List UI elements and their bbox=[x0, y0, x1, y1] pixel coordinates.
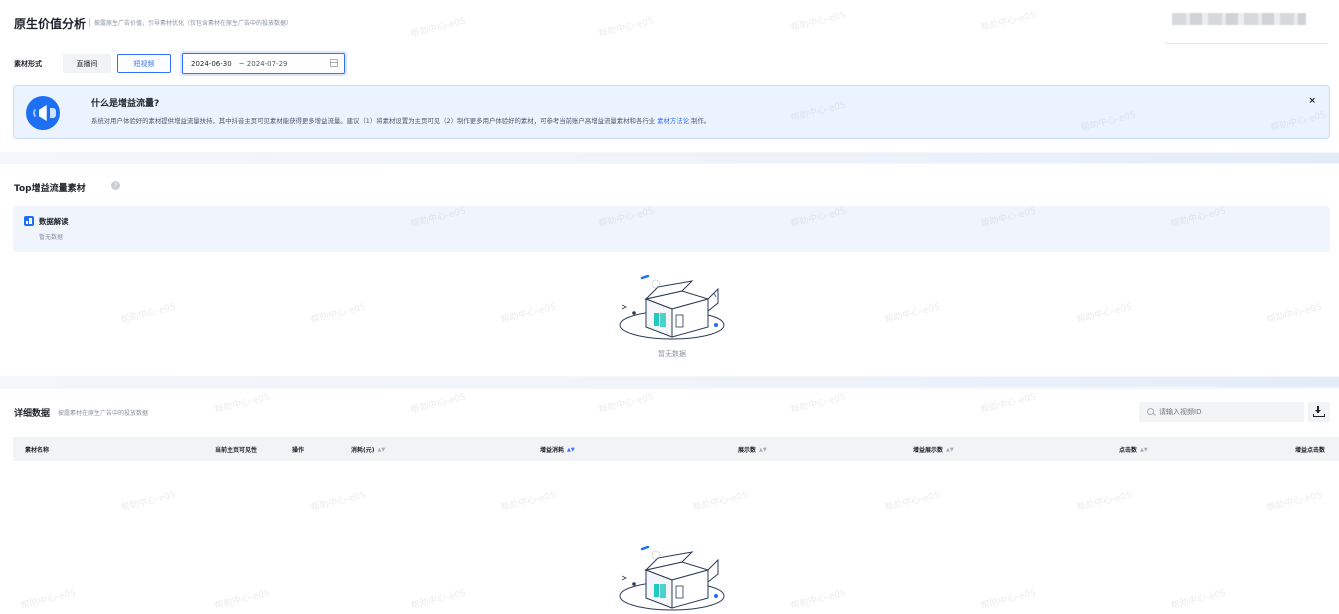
top-panel: 原生价值分析 披露原生广告价值，引导素材优化（仅包含素材在原生广告中的投放数据）… bbox=[0, 0, 1339, 152]
detail-data-title: 详细数据 bbox=[14, 409, 51, 419]
download-button[interactable] bbox=[1308, 402, 1330, 422]
account-divider bbox=[1165, 43, 1327, 44]
search-icon bbox=[1147, 408, 1154, 415]
material-methodology-link[interactable]: 素材方法论 bbox=[657, 117, 689, 125]
date-start[interactable]: 2024-06-30 bbox=[191, 60, 232, 68]
column-gain-impressions[interactable]: 增益展示数 ▲▼ bbox=[913, 445, 954, 454]
account-info-blurred bbox=[1172, 13, 1306, 25]
segment-live-room[interactable]: 直播间 bbox=[63, 54, 111, 73]
section-separator bbox=[0, 377, 1339, 387]
column-operation: 操作 bbox=[292, 447, 305, 454]
table-header: 素材名称 当前主页可见性 操作 消耗(元) ▲▼ 增益消耗 ▲▼ 展示数 ▲▼ 增益展… bbox=[13, 437, 1339, 461]
top-materials-title: Top增益流量素材 bbox=[14, 184, 86, 194]
column-gain-cost[interactable]: 增益消耗 ▲▼ bbox=[540, 445, 575, 454]
empty-box-illustration bbox=[619, 546, 725, 611]
column-material-name: 素材名称 bbox=[25, 447, 50, 454]
banner-text: 系统对用户体验好的素材提供增益流量扶持，其中抖音主页可见素材能获得更多增益流量。… bbox=[91, 117, 711, 125]
date-range-picker[interactable]: 2024-06-30 ~ 2024-07-29 bbox=[182, 53, 345, 74]
video-id-search-input[interactable] bbox=[1139, 402, 1304, 422]
material-type-label: 素材形式 bbox=[14, 60, 42, 68]
calendar-icon[interactable] bbox=[330, 59, 338, 67]
info-banner: 什么是增益流量? 系统对用户体验好的素材提供增益流量扶持，其中抖音主页可见素材能… bbox=[13, 85, 1330, 139]
banner-title: 什么是增益流量? bbox=[91, 99, 160, 109]
data-insight-box: 数据解读 暂无数据 bbox=[13, 206, 1330, 252]
section-separator bbox=[0, 153, 1339, 163]
sort-icon[interactable]: ▲▼ bbox=[946, 447, 954, 453]
column-homepage-visibility: 当前主页可见性 bbox=[215, 447, 258, 454]
date-end[interactable]: 2024-07-29 bbox=[247, 60, 288, 68]
detail-data-subtitle: 披露素材在原生广告中的投放数据 bbox=[58, 410, 149, 417]
sort-icon[interactable]: ▲▼ bbox=[1140, 447, 1148, 453]
column-cost[interactable]: 消耗(元) ▲▼ bbox=[351, 445, 385, 454]
chart-icon bbox=[24, 216, 34, 226]
download-icon bbox=[1313, 414, 1325, 417]
megaphone-icon bbox=[26, 96, 60, 130]
column-clicks[interactable]: 点击数 ▲▼ bbox=[1119, 445, 1148, 454]
insight-title: 数据解读 bbox=[39, 217, 69, 226]
empty-box-illustration bbox=[619, 275, 725, 340]
sort-icon[interactable]: ▲▼ bbox=[378, 447, 386, 453]
help-icon[interactable]: ? bbox=[111, 181, 120, 190]
segment-short-video[interactable]: 短视频 bbox=[117, 54, 171, 73]
column-gain-clicks[interactable]: 增益点击数 bbox=[1295, 445, 1325, 454]
sort-icon[interactable]: ▲▼ bbox=[567, 447, 575, 453]
title-divider bbox=[89, 18, 90, 27]
empty-state-text: 暂无数据 bbox=[658, 350, 686, 358]
page-subtitle: 披露原生广告价值，引导素材优化（仅包含素材在原生广告中的投放数据） bbox=[94, 20, 293, 27]
date-separator: ~ 2024-07-29 bbox=[238, 59, 288, 68]
sort-icon[interactable]: ▲▼ bbox=[759, 447, 767, 453]
page-title: 原生价值分析 bbox=[14, 17, 87, 31]
column-impressions[interactable]: 展示数 ▲▼ bbox=[738, 445, 767, 454]
close-icon[interactable]: × bbox=[1308, 96, 1316, 106]
insight-empty-text: 暂无数据 bbox=[39, 234, 64, 241]
